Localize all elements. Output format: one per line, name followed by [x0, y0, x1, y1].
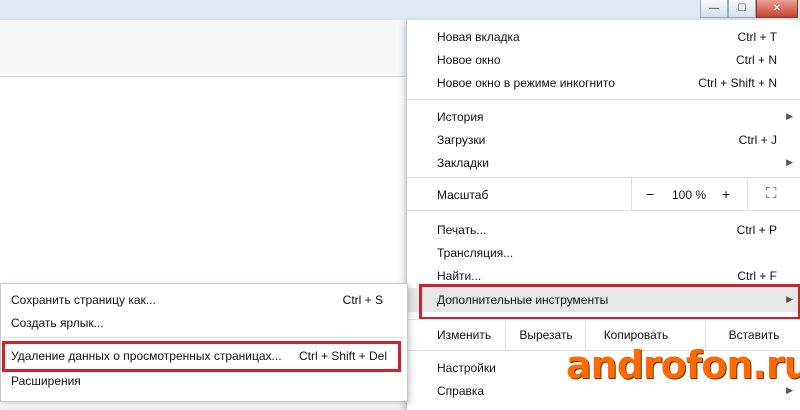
menu-item-new-tab[interactable]: Новая вкладка Ctrl + T: [407, 26, 800, 48]
menu-item-label: Найти...: [437, 269, 482, 283]
menu-item-shortcut: Ctrl + Shift + N: [698, 76, 777, 90]
highlight-box-clear-data: [2, 341, 401, 372]
minimize-button[interactable]: —: [700, 0, 728, 18]
highlight-box-more-tools: [419, 284, 800, 320]
fullscreen-cell: ⛶: [747, 178, 800, 210]
submenu-item-shortcut: Ctrl + S: [342, 293, 383, 307]
menu-item-label: Настройки: [437, 361, 496, 375]
menu-item-label: История: [437, 110, 484, 124]
submenu-item-label: Расширения: [11, 374, 81, 388]
submenu-arrow-icon: ▶: [786, 111, 793, 121]
menu-separator: [407, 210, 800, 211]
more-tools-submenu: Сохранить страницу как... Ctrl + S Созда…: [0, 283, 408, 402]
maximize-icon: ☐: [737, 3, 747, 14]
menu-item-shortcut: Ctrl + J: [738, 133, 777, 147]
menu-item-label: Масштаб: [437, 188, 489, 202]
submenu-item-label: Сохранить страницу как...: [11, 293, 156, 307]
paste-label: Вставить: [728, 328, 780, 342]
submenu-arrow-icon: ▶: [786, 157, 793, 167]
menu-item-shortcut: Ctrl + F: [737, 269, 777, 283]
title-bar: — ☐ ✕: [0, 0, 800, 20]
zoom-out-button[interactable]: −: [646, 186, 654, 202]
submenu-separator: [1, 337, 405, 338]
menu-item-label: Справка: [437, 384, 485, 398]
site-watermark: androfon.ru: [566, 343, 800, 387]
menu-item-label: Загрузки: [437, 133, 486, 147]
menu-item-cast[interactable]: Трансляция...: [407, 242, 800, 264]
menu-separator: [407, 99, 800, 100]
menu-item-shortcut: Ctrl + N: [735, 53, 777, 67]
menu-item-incognito[interactable]: Новое окно в режиме инкогнито Ctrl + Shi…: [407, 72, 800, 94]
menu-item-print[interactable]: Печать... Ctrl + P: [407, 219, 800, 241]
submenu-item-label: Создать ярлык...: [11, 316, 104, 330]
menu-item-shortcut: Ctrl + P: [736, 223, 777, 237]
menu-item-label: Новое окно в режиме инкогнито: [437, 76, 615, 90]
menu-item-label: Закладки: [437, 156, 489, 170]
window-controls: — ☐ ✕: [700, 0, 798, 18]
submenu-item-create-shortcut[interactable]: Создать ярлык...: [1, 312, 405, 334]
active-tab[interactable]: [0, 20, 420, 47]
zoom-level: 100 %: [672, 188, 707, 202]
maximize-button[interactable]: ☐: [728, 0, 756, 18]
close-button[interactable]: ✕: [756, 0, 798, 18]
fullscreen-icon[interactable]: ⛶: [766, 185, 777, 202]
minimize-icon: —: [709, 3, 719, 14]
copy-label: Копировать: [603, 328, 669, 342]
menu-item-bookmarks[interactable]: Закладки ▶: [407, 152, 800, 174]
menu-item-history[interactable]: История ▶: [407, 106, 800, 128]
submenu-item-save-page[interactable]: Сохранить страницу как... Ctrl + S: [1, 289, 405, 311]
menu-item-downloads[interactable]: Загрузки Ctrl + J: [407, 129, 800, 151]
zoom-in-button[interactable]: +: [722, 186, 730, 202]
menu-item-new-window[interactable]: Новое окно Ctrl + N: [407, 49, 800, 71]
menu-item-label: Печать...: [437, 223, 487, 237]
menu-item-label: Новая вкладка: [437, 30, 520, 44]
menu-item-label: Трансляция...: [437, 246, 514, 260]
close-icon: ✕: [772, 3, 782, 14]
submenu-item-extensions[interactable]: Расширения: [1, 370, 405, 392]
menu-item-label: Новое окно: [437, 53, 501, 67]
menu-item-shortcut: Ctrl + T: [737, 30, 777, 44]
edit-label: Изменить: [437, 328, 492, 342]
cut-label: Вырезать: [519, 328, 573, 342]
